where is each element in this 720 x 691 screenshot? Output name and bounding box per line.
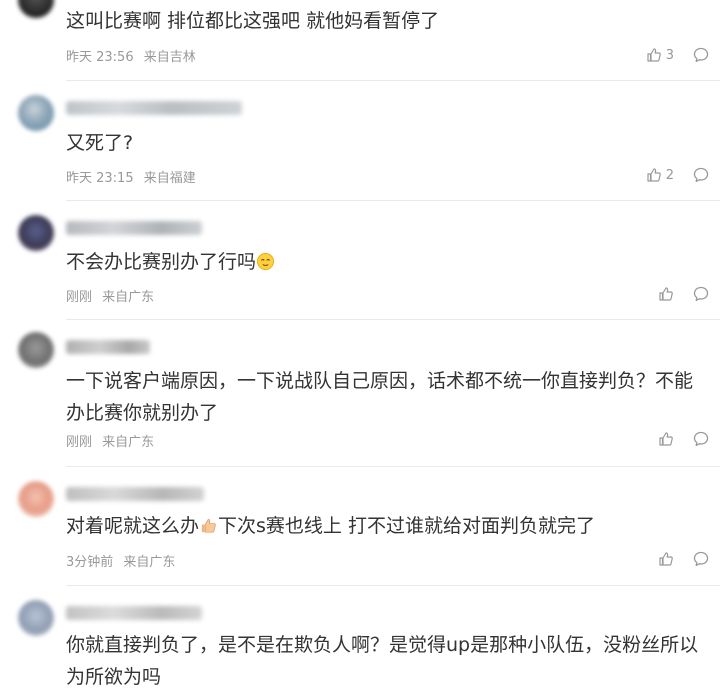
avatar[interactable]	[18, 215, 54, 251]
comment-time: 昨天 23:15	[66, 171, 134, 186]
comment-time: 昨天 23:56	[66, 50, 134, 65]
comment-text-content: 对着呢就这么办	[66, 515, 200, 537]
comment-text: 不会办比赛别办了行吗	[66, 246, 716, 278]
comment-text-line: 为所欲为吗	[66, 666, 162, 688]
reply-bubble-icon[interactable]	[692, 46, 710, 64]
avatar[interactable]	[18, 332, 54, 368]
comment-text: 这叫比赛啊 排位都比这强吧 就他妈看暂停了	[66, 10, 440, 32]
comment-text: 你就直接判负了，是不是在欺负人啊？是觉得up是那种小队伍，没粉丝所以 为所欲为吗	[66, 629, 716, 691]
like-count: 2	[665, 167, 674, 183]
comment-meta: 3分钟前 来自广东	[66, 551, 175, 570]
reply-bubble-icon[interactable]	[692, 430, 710, 448]
thinking-face-emoji	[256, 249, 275, 270]
thumbs-up-emoji	[199, 513, 218, 533]
avatar[interactable]	[18, 481, 54, 517]
comment-location: 来自广东	[102, 290, 155, 305]
comment-text-line: 一下说客户端原因，一下说战队自己原因，话术都不统一你直接判负？不能	[66, 370, 694, 392]
comment-text: 一下说客户端原因，一下说战队自己原因，话术都不统一你直接判负？不能 办比赛你就别…	[66, 365, 716, 429]
divider	[66, 80, 720, 81]
like-button[interactable]: 3	[646, 46, 674, 64]
like-button[interactable]	[658, 550, 674, 568]
username[interactable]	[66, 487, 204, 501]
comment-meta: 刚刚 来自广东	[66, 286, 154, 305]
avatar[interactable]	[18, 0, 54, 18]
divider	[66, 319, 720, 320]
like-button[interactable]	[658, 285, 674, 303]
username[interactable]	[66, 340, 150, 354]
reply-bubble-icon[interactable]	[692, 550, 710, 568]
thumbs-up-icon	[658, 551, 674, 567]
comment-meta: 昨天 23:15 来自福建	[66, 167, 196, 186]
username[interactable]	[66, 221, 202, 235]
divider	[66, 466, 720, 467]
comment-location: 来自福建	[143, 171, 196, 186]
divider	[66, 200, 720, 201]
comment-text: 又死了?	[66, 132, 134, 154]
comment-text-content: 下次s赛也线上 打不过谁就给对面判负就完了	[218, 515, 595, 537]
comment-meta: 刚刚 来自广东	[66, 431, 154, 450]
thumbs-up-icon	[658, 431, 674, 447]
username[interactable]	[66, 606, 202, 620]
comment-time: 刚刚	[66, 435, 93, 450]
avatar[interactable]	[18, 95, 54, 131]
comment-location: 来自广东	[123, 555, 176, 570]
comment-text: 对着呢就这么办 下次s赛也线上 打不过谁就给对面判负就完了	[66, 510, 716, 542]
thumbs-up-icon	[658, 286, 674, 302]
like-button[interactable]	[658, 430, 674, 448]
thumbs-up-icon	[646, 167, 662, 183]
avatar[interactable]	[18, 600, 54, 636]
thumbs-up-icon	[646, 47, 662, 63]
comment-text-line: 你就直接判负了，是不是在欺负人啊？是觉得up是那种小队伍，没粉丝所以	[66, 634, 699, 656]
reply-bubble-icon[interactable]	[692, 166, 710, 184]
username[interactable]	[66, 101, 242, 115]
comment-text-content: 不会办比赛别办了行吗	[66, 251, 257, 273]
comment-time: 3分钟前	[66, 555, 114, 570]
comment-time: 刚刚	[66, 290, 93, 305]
like-button[interactable]: 2	[646, 166, 674, 184]
reply-bubble-icon[interactable]	[692, 285, 710, 303]
comment-text-line: 办比赛你就别办了	[66, 402, 219, 424]
comment-location: 来自广东	[102, 435, 155, 450]
comment-meta: 昨天 23:56 来自吉林	[66, 46, 196, 65]
comment-location: 来自吉林	[143, 50, 196, 65]
like-count: 3	[665, 47, 674, 63]
divider	[66, 585, 720, 586]
